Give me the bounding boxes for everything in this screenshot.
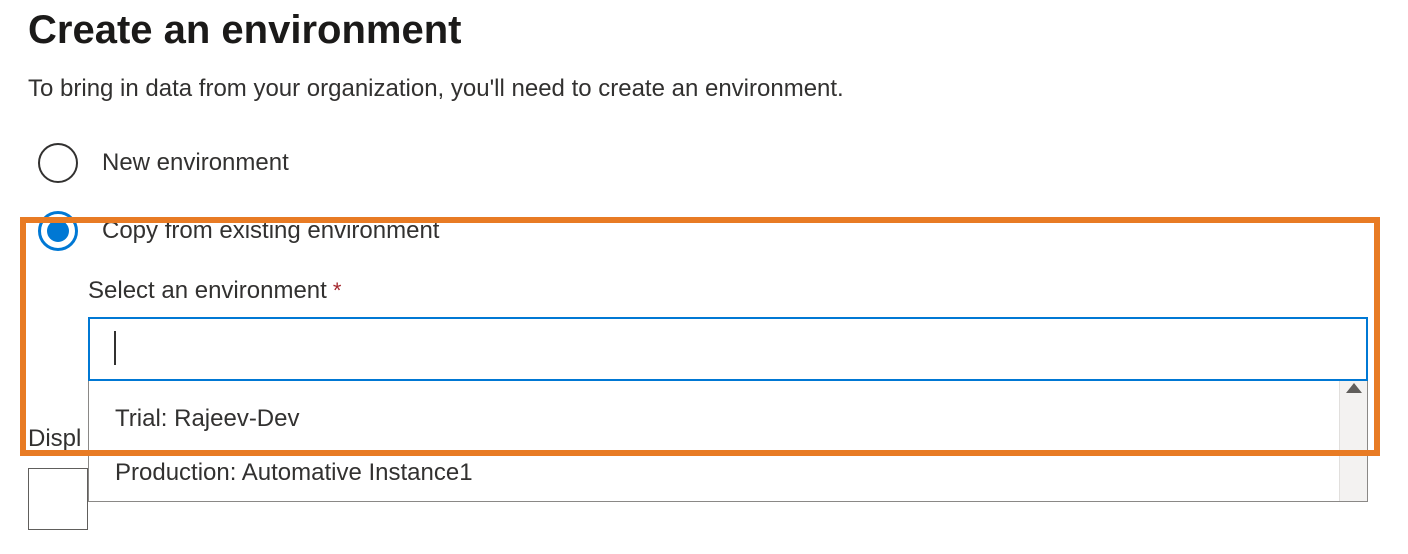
display-name-label-partial: Displ — [28, 425, 81, 453]
environment-dropdown-list: Trial: Rajeev-Dev Production: Automative… — [88, 381, 1368, 502]
page-title: Create an environment — [0, 0, 1408, 53]
environment-type-radio-group: New environment Copy from existing envir… — [0, 103, 1408, 502]
page-subtitle: To bring in data from your organization,… — [0, 53, 1408, 103]
radio-inner-dot-icon — [47, 220, 69, 242]
text-cursor-icon — [114, 331, 116, 365]
copy-environment-option[interactable]: Copy from existing environment — [38, 211, 1380, 251]
new-environment-label: New environment — [102, 149, 289, 177]
required-star-icon: * — [333, 278, 342, 304]
radio-unchecked-icon[interactable] — [38, 143, 78, 183]
select-environment-block: Select an environment * Trial: Rajeev-De… — [88, 277, 1380, 502]
select-environment-label-row: Select an environment * — [88, 277, 1380, 305]
copy-environment-label: Copy from existing environment — [102, 217, 439, 245]
radio-checked-icon[interactable] — [38, 211, 78, 251]
display-name-input-partial[interactable] — [28, 468, 88, 530]
new-environment-option[interactable]: New environment — [38, 143, 1380, 183]
environment-option-trial[interactable]: Trial: Rajeev-Dev — [89, 381, 1367, 447]
dropdown-scrollbar[interactable] — [1339, 381, 1367, 501]
select-environment-input[interactable] — [88, 317, 1368, 381]
select-environment-combobox-wrap: Trial: Rajeev-Dev Production: Automative… — [88, 317, 1368, 502]
environment-option-production[interactable]: Production: Automative Instance1 — [89, 447, 1367, 501]
select-environment-label: Select an environment — [88, 277, 327, 305]
scroll-up-arrow-icon[interactable] — [1346, 383, 1362, 393]
